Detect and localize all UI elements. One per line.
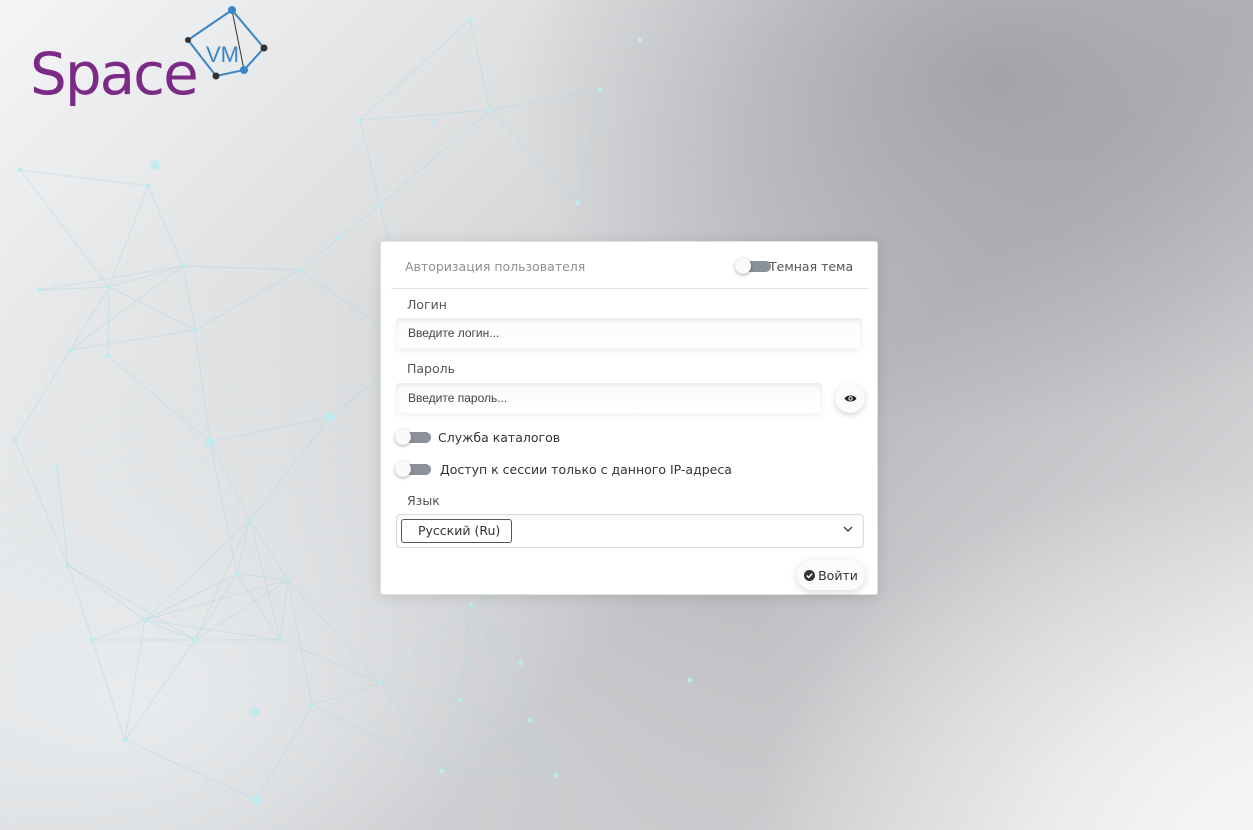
login-input[interactable] (396, 318, 862, 348)
login-button[interactable]: Войти (797, 560, 865, 590)
dark-theme-label: Темная тема (769, 259, 854, 274)
logo-badge-text: VM (206, 42, 239, 67)
logo-main-text: Space (30, 40, 197, 108)
login-button-label: Войти (818, 567, 858, 583)
ip-session-toggle[interactable] (395, 461, 431, 477)
password-label: Пароль (407, 361, 455, 376)
auth-dialog: Авторизация пользователя Темная тема Лог… (380, 241, 878, 595)
auth-dialog-header: Авторизация пользователя Темная тема (391, 242, 869, 289)
dark-theme-toggle[interactable] (735, 258, 771, 274)
show-password-button[interactable] (835, 383, 865, 413)
catalog-service-label: Служба каталогов (438, 430, 561, 445)
catalog-service-toggle[interactable] (395, 429, 431, 445)
language-selected-chip[interactable]: Русский (Ru) (401, 519, 512, 543)
language-select[interactable]: Русский (Ru) (396, 514, 864, 548)
check-circle-icon (804, 569, 816, 581)
eye-icon (844, 395, 856, 401)
password-input[interactable] (396, 383, 822, 413)
auth-dialog-title: Авторизация пользователя (405, 259, 586, 274)
chevron-down-icon (843, 526, 853, 533)
spacevm-logo: VM Space (28, 4, 273, 109)
ip-session-label: Доступ к сессии только с данного IP-адре… (440, 462, 732, 477)
login-label: Логин (407, 297, 447, 312)
language-label: Язык (407, 493, 440, 508)
